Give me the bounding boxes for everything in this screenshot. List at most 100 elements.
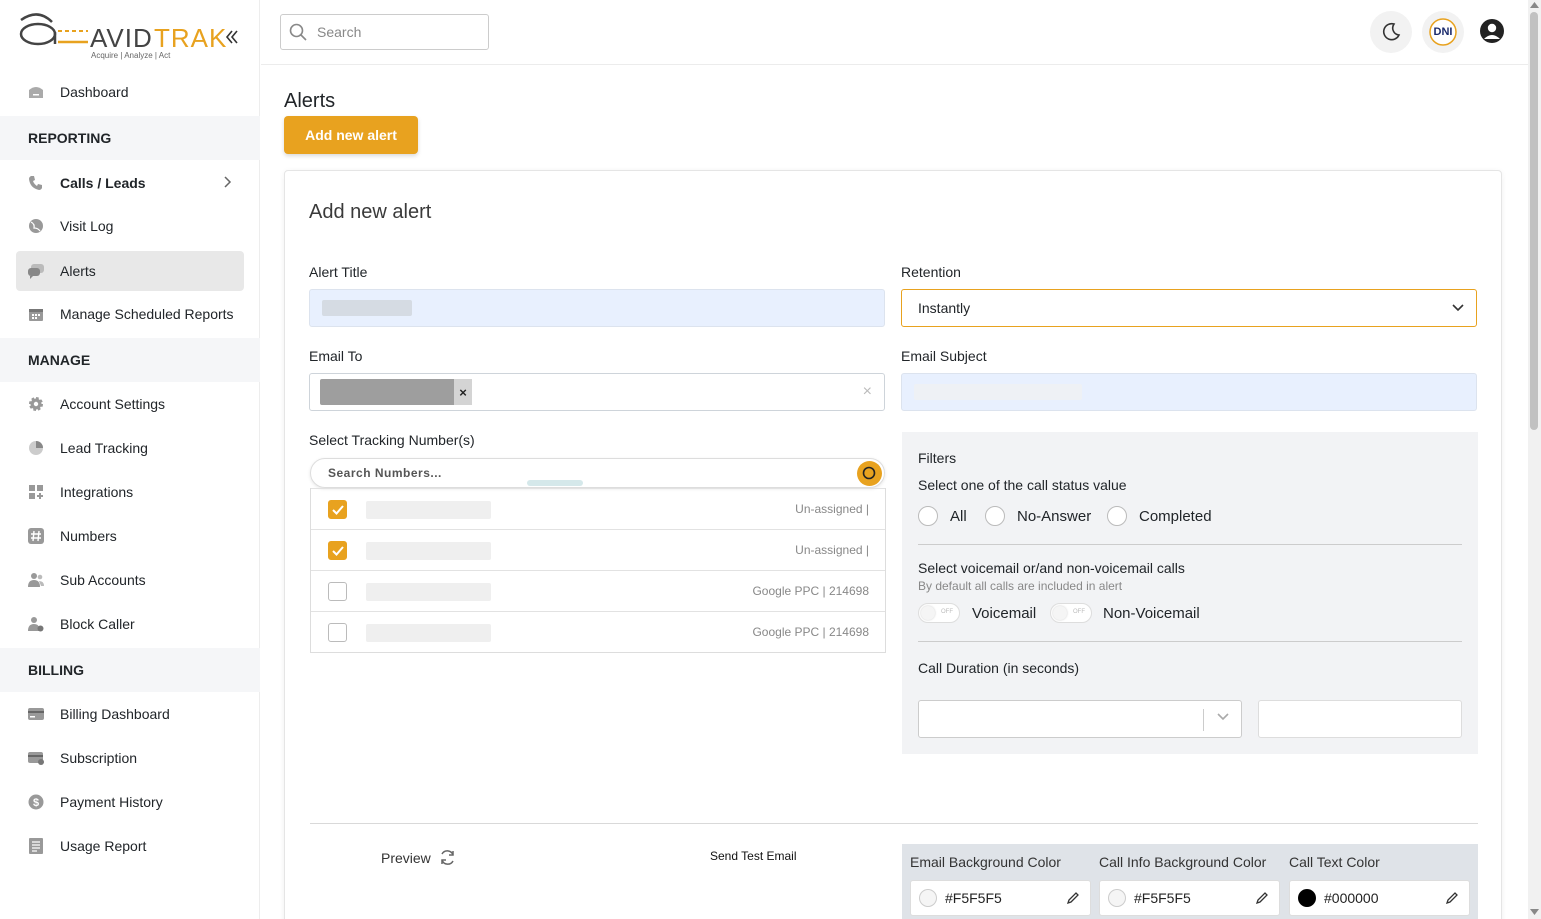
chevron-down-icon <box>1452 304 1464 312</box>
section-billing: BILLING <box>0 648 260 692</box>
user-avatar-icon[interactable] <box>1479 18 1505 49</box>
calendar-icon <box>27 305 45 323</box>
grid-plus-icon <box>27 483 45 501</box>
call-text-color-label: Call Text Color <box>1289 854 1380 870</box>
radio-completed[interactable] <box>1107 506 1127 526</box>
call-text-color-input[interactable]: #000000 <box>1289 880 1470 916</box>
select-separator <box>1203 709 1204 731</box>
sidebar-item-label: Payment History <box>60 794 163 810</box>
color-swatch[interactable] <box>1298 889 1316 907</box>
sidebar-item-account-settings[interactable]: Account Settings <box>16 384 244 424</box>
send-test-email-button[interactable]: Send Test Email <box>710 849 797 863</box>
moon-icon <box>1383 22 1401 41</box>
svg-text:AVID: AVID <box>90 23 153 53</box>
sidebar-item-subscription[interactable]: Subscription <box>16 738 244 778</box>
search-placeholder: Search <box>317 24 362 40</box>
sidebar-item-label: Sub Accounts <box>60 572 146 588</box>
search-input[interactable]: Search <box>280 14 489 50</box>
sidebar-item-label: Manage Scheduled Reports <box>60 306 234 322</box>
sidebar-item-manage-scheduled-reports[interactable]: Manage Scheduled Reports <box>16 294 244 334</box>
tracking-numbers-label: Select Tracking Number(s) <box>309 432 475 448</box>
phone-icon <box>27 174 45 192</box>
number-row[interactable]: Google PPC | 214698 <box>311 611 885 652</box>
radio-completed-label: Completed <box>1139 508 1212 525</box>
filters-panel: Filters Select one of the call status va… <box>902 432 1478 754</box>
color-swatch[interactable] <box>1108 889 1126 907</box>
radio-all-label: All <box>950 508 967 525</box>
sidebar: AVID TRAK Acquire | Analyze | Act Dashbo… <box>0 0 260 919</box>
redacted-number <box>366 583 491 601</box>
redacted-number <box>366 501 491 519</box>
numbers-search-input[interactable]: Search Numbers... <box>310 458 885 488</box>
divider <box>918 544 1462 545</box>
checkbox-unchecked[interactable] <box>328 623 347 642</box>
email-to-input[interactable]: × × <box>309 373 885 411</box>
dark-mode-toggle[interactable] <box>1370 11 1412 53</box>
radio-all[interactable] <box>918 506 938 526</box>
dollar-icon: $ <box>27 793 45 811</box>
remove-tag-icon[interactable]: × <box>454 379 472 405</box>
radio-no-answer[interactable] <box>985 506 1005 526</box>
avidtrak-logo[interactable]: AVID TRAK Acquire | Analyze | Act <box>18 10 248 65</box>
scrollbar-thumb[interactable] <box>1530 12 1538 430</box>
svg-text:Acquire | Analyze | Ac: Acquire | Analyze | Act <box>91 51 171 60</box>
number-source: Un-assigned | <box>795 543 869 557</box>
checkbox-checked[interactable] <box>328 500 347 519</box>
sidebar-item-label: Visit Log <box>60 218 114 234</box>
toggle-off-text: OFF <box>1073 609 1085 615</box>
card-icon <box>27 705 45 723</box>
color-settings-panel: Email Background Color #F5F5F5 Call Info… <box>902 844 1478 919</box>
sidebar-item-calls-leads[interactable]: Calls / Leads <box>16 163 244 203</box>
globe-icon <box>27 217 45 235</box>
checkbox-checked[interactable] <box>328 541 347 560</box>
email-subject-input[interactable] <box>901 373 1477 411</box>
pencil-icon <box>1445 892 1458 905</box>
number-row[interactable]: Un-assigned | <box>311 488 885 529</box>
refresh-icon <box>441 850 454 865</box>
sidebar-item-block-caller[interactable]: Block Caller <box>16 604 244 644</box>
sidebar-item-payment-history[interactable]: $ Payment History <box>16 782 244 822</box>
clear-icon[interactable]: × <box>863 383 872 401</box>
retention-select[interactable]: Instantly <box>901 289 1477 327</box>
voicemail-toggle[interactable]: OFF <box>918 603 960 623</box>
sidebar-item-dashboard[interactable]: Dashboard <box>16 72 244 112</box>
number-source: Un-assigned | <box>795 502 869 516</box>
number-row[interactable]: Google PPC | 214698 <box>311 570 885 611</box>
sidebar-item-label: Dashboard <box>60 84 129 100</box>
search-icon[interactable] <box>857 461 882 486</box>
add-new-alert-button[interactable]: Add new alert <box>284 116 418 154</box>
number-row[interactable]: Un-assigned | <box>311 529 885 570</box>
sidebar-item-sub-accounts[interactable]: Sub Accounts <box>16 560 244 600</box>
svg-text:TRAK: TRAK <box>154 23 227 53</box>
dni-button[interactable]: DNI <box>1422 11 1464 53</box>
non-voicemail-toggle[interactable]: OFF <box>1050 603 1092 623</box>
number-source: Google PPC | 214698 <box>752 584 869 598</box>
sidebar-item-alerts[interactable]: Alerts <box>16 251 244 291</box>
color-value: #F5F5F5 <box>1134 890 1191 906</box>
sidebar-item-usage-report[interactable]: Usage Report <box>16 826 244 866</box>
email-bg-color-input[interactable]: #F5F5F5 <box>910 880 1091 916</box>
add-alert-card: Add new alert Alert Title Retention Inst… <box>284 170 1502 919</box>
toggle-knob <box>1053 606 1067 620</box>
alert-title-input[interactable] <box>309 289 885 327</box>
sidebar-item-billing-dashboard[interactable]: Billing Dashboard <box>16 694 244 734</box>
sidebar-item-label: Integrations <box>60 484 134 500</box>
toggle-off-text: OFF <box>941 609 953 615</box>
preview-button[interactable]: Preview <box>381 849 456 866</box>
sidebar-item-label: Block Caller <box>60 616 135 632</box>
page-scrollbar[interactable] <box>1528 0 1541 919</box>
sidebar-item-lead-tracking[interactable]: Lead Tracking <box>16 428 244 468</box>
duration-operator-select[interactable] <box>918 700 1242 738</box>
sidebar-item-numbers[interactable]: Numbers <box>16 516 244 556</box>
color-swatch[interactable] <box>919 889 937 907</box>
tracking-numbers-list: Un-assigned | Un-assigned | Google PPC |… <box>310 488 886 653</box>
call-info-bg-color-input[interactable]: #F5F5F5 <box>1099 880 1280 916</box>
sidebar-item-visit-log[interactable]: Visit Log <box>16 206 244 246</box>
checkbox-unchecked[interactable] <box>328 582 347 601</box>
sidebar-item-integrations[interactable]: Integrations <box>16 472 244 512</box>
email-to-label: Email To <box>309 348 363 364</box>
collapse-sidebar-icon[interactable] <box>225 28 239 51</box>
dni-label: DNI <box>1433 26 1453 38</box>
duration-seconds-input[interactable] <box>1258 700 1462 738</box>
voicemail-label: Voicemail <box>972 605 1037 622</box>
